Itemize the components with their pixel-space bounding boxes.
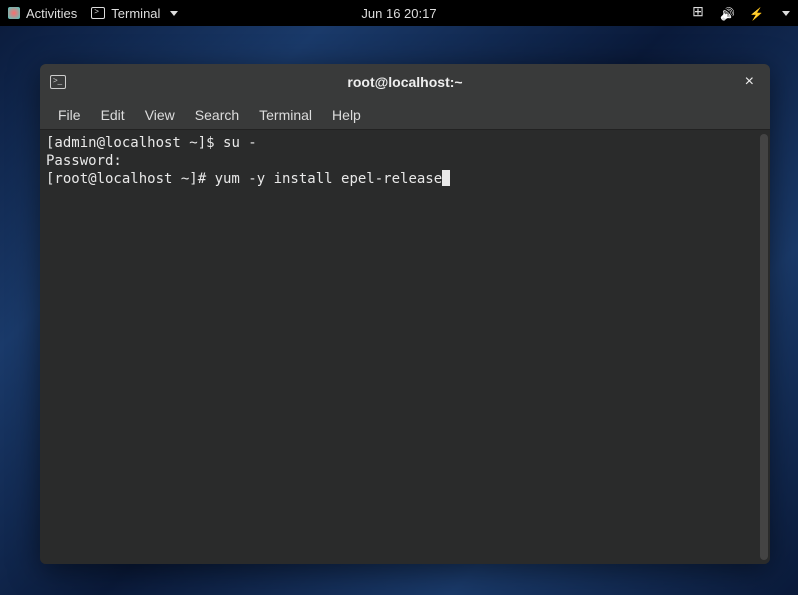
terminal-line: Password: <box>46 152 764 170</box>
system-tray[interactable] <box>692 6 790 21</box>
app-menu-label: Terminal <box>111 6 160 21</box>
activities-label: Activities <box>26 6 77 21</box>
terminal-window: root@localhost:~ × File Edit View Search… <box>40 64 770 564</box>
command: su - <box>223 135 257 151</box>
menu-search[interactable]: Search <box>185 103 249 127</box>
chevron-down-icon <box>170 11 178 16</box>
window-titlebar[interactable]: root@localhost:~ × <box>40 64 770 100</box>
app-menu[interactable]: Terminal <box>91 6 178 21</box>
prompt-user: [admin@localhost ~]$ <box>46 135 223 151</box>
terminal-line: [admin@localhost ~]$ su - <box>46 134 764 152</box>
window-title: root@localhost:~ <box>347 74 462 90</box>
menu-file[interactable]: File <box>48 103 91 127</box>
chevron-down-icon[interactable] <box>782 11 790 16</box>
scrollbar[interactable] <box>760 134 768 560</box>
volume-icon[interactable] <box>720 6 735 21</box>
clock[interactable]: Jun 16 20:17 <box>361 6 436 21</box>
terminal-icon <box>91 7 105 19</box>
menu-terminal[interactable]: Terminal <box>249 103 322 127</box>
menu-edit[interactable]: Edit <box>91 103 135 127</box>
activities-icon <box>8 7 20 19</box>
menu-bar: File Edit View Search Terminal Help <box>40 100 770 130</box>
terminal-icon <box>50 75 66 89</box>
menu-view[interactable]: View <box>135 103 185 127</box>
power-icon[interactable] <box>749 6 764 21</box>
terminal-line: [root@localhost ~]# yum -y install epel-… <box>46 170 764 188</box>
activities-button[interactable]: Activities <box>8 6 77 21</box>
prompt-root: [root@localhost ~]# <box>46 171 215 187</box>
cursor <box>442 170 450 186</box>
terminal-content[interactable]: [admin@localhost ~]$ su -Password:[root@… <box>40 130 770 564</box>
command: yum -y install epel-release <box>215 171 443 187</box>
menu-help[interactable]: Help <box>322 103 371 127</box>
clock-label: Jun 16 20:17 <box>361 6 436 21</box>
gnome-topbar: Activities Terminal Jun 16 20:17 <box>0 0 798 26</box>
network-icon[interactable] <box>692 6 706 20</box>
close-button[interactable]: × <box>739 71 760 93</box>
